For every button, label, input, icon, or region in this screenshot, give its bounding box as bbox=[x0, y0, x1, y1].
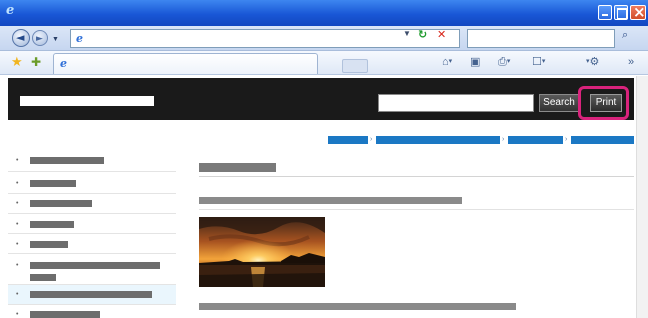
sidebar-item[interactable]: • bbox=[8, 305, 176, 318]
site-search-input[interactable] bbox=[378, 94, 534, 112]
sidebar-item-label bbox=[30, 291, 152, 298]
breadcrumb-link[interactable] bbox=[508, 136, 563, 144]
refresh-icon[interactable]: ↻ bbox=[418, 29, 430, 41]
title-bar: e bbox=[0, 0, 648, 26]
sunset-over-sea-photo bbox=[199, 217, 325, 287]
sidebar-item[interactable]: • bbox=[8, 148, 176, 172]
body-text bbox=[199, 303, 516, 310]
maximize-icon[interactable] bbox=[614, 5, 628, 20]
breadcrumb-separator: › bbox=[565, 136, 568, 143]
add-favorite-icon[interactable]: ✚ bbox=[31, 55, 41, 69]
sidebar-item-label bbox=[30, 262, 160, 269]
bullet-icon: • bbox=[16, 157, 19, 164]
tools-menu-icon[interactable]: ▾⚙ bbox=[586, 55, 599, 69]
print-icon[interactable]: ⎙▾ bbox=[498, 55, 510, 69]
bullet-icon: • bbox=[16, 200, 19, 207]
internet-explorer-icon: e bbox=[6, 3, 15, 18]
page-favicon-icon: e bbox=[76, 32, 83, 45]
sidebar-item[interactable]: • bbox=[8, 172, 176, 194]
favorites-center-icon[interactable]: ★ bbox=[11, 55, 23, 69]
site-header: Search Print bbox=[8, 78, 634, 120]
breadcrumb-separator: › bbox=[370, 136, 373, 143]
site-logo[interactable] bbox=[20, 96, 154, 106]
bullet-icon: • bbox=[16, 180, 19, 187]
page-menu-icon[interactable]: ☐▾ bbox=[532, 55, 545, 69]
close-icon[interactable] bbox=[630, 3, 646, 21]
bullet-icon: • bbox=[16, 262, 19, 269]
bullet-icon: • bbox=[16, 291, 19, 298]
back-icon[interactable]: ◄ bbox=[12, 29, 30, 47]
bullet-icon: • bbox=[16, 311, 19, 318]
print-button-highlight bbox=[578, 86, 629, 120]
address-toolbar: ◄ ► ▼ e ▼ bbox=[0, 26, 648, 62]
sidebar-item-active[interactable]: • bbox=[8, 285, 176, 305]
search-icon[interactable]: ⌕ bbox=[622, 29, 634, 41]
sidebar-item-label bbox=[30, 221, 74, 228]
divider bbox=[199, 209, 634, 210]
breadcrumb-link[interactable] bbox=[571, 136, 634, 144]
sidebar-item[interactable]: • bbox=[8, 234, 176, 254]
toolbar-overflow-icon[interactable]: » bbox=[628, 55, 634, 69]
forward-icon[interactable]: ► bbox=[32, 30, 48, 46]
browser-window: e ◄ ► ▼ e ▼ ▼ ↻ ✕ ⌕ ★ ✚ e ⌂▾ ▣ ⎙▾ ☐▾ ▾⚙ … bbox=[0, 0, 648, 318]
sidebar-item[interactable]: • bbox=[8, 254, 176, 285]
page-title bbox=[199, 163, 276, 172]
sidebar-item[interactable]: • bbox=[8, 194, 176, 214]
sidebar-item-label bbox=[30, 241, 68, 248]
browser-tab[interactable]: e bbox=[53, 53, 368, 74]
sidebar-item-label bbox=[30, 200, 92, 207]
bullet-icon: • bbox=[16, 241, 19, 248]
site-search-button[interactable]: Search bbox=[539, 94, 579, 112]
sidebar-item[interactable]: • bbox=[8, 214, 176, 234]
history-dropdown-icon[interactable]: ▼ bbox=[52, 36, 59, 43]
new-tab-button[interactable] bbox=[342, 59, 368, 73]
body-text bbox=[199, 197, 462, 204]
minimize-icon[interactable] bbox=[598, 5, 612, 20]
sidebar-item-label bbox=[30, 311, 100, 318]
feeds-icon[interactable]: ▣ bbox=[470, 55, 480, 69]
sidebar-item-label bbox=[30, 180, 76, 187]
home-icon[interactable]: ⌂▾ bbox=[442, 55, 452, 69]
browser-search-input[interactable] bbox=[467, 29, 615, 48]
divider bbox=[199, 176, 634, 177]
breadcrumb-link[interactable] bbox=[376, 136, 500, 144]
favorites-bar: ★ ✚ e ⌂▾ ▣ ⎙▾ ☐▾ ▾⚙ » bbox=[0, 51, 648, 75]
sidebar-item-label bbox=[30, 274, 56, 281]
vertical-scrollbar[interactable] bbox=[636, 76, 648, 318]
sidebar-nav: • • • • • • • • bbox=[8, 148, 176, 318]
bullet-icon: • bbox=[16, 221, 19, 228]
stop-icon[interactable]: ✕ bbox=[437, 29, 449, 41]
breadcrumb-separator: › bbox=[502, 136, 505, 143]
sidebar-item-label bbox=[30, 157, 104, 164]
breadcrumb: › › › bbox=[328, 136, 634, 144]
breadcrumb-link[interactable] bbox=[328, 136, 368, 144]
address-dropdown-icon[interactable]: ▼ bbox=[402, 29, 412, 39]
tab-favicon-icon: e bbox=[60, 57, 67, 70]
